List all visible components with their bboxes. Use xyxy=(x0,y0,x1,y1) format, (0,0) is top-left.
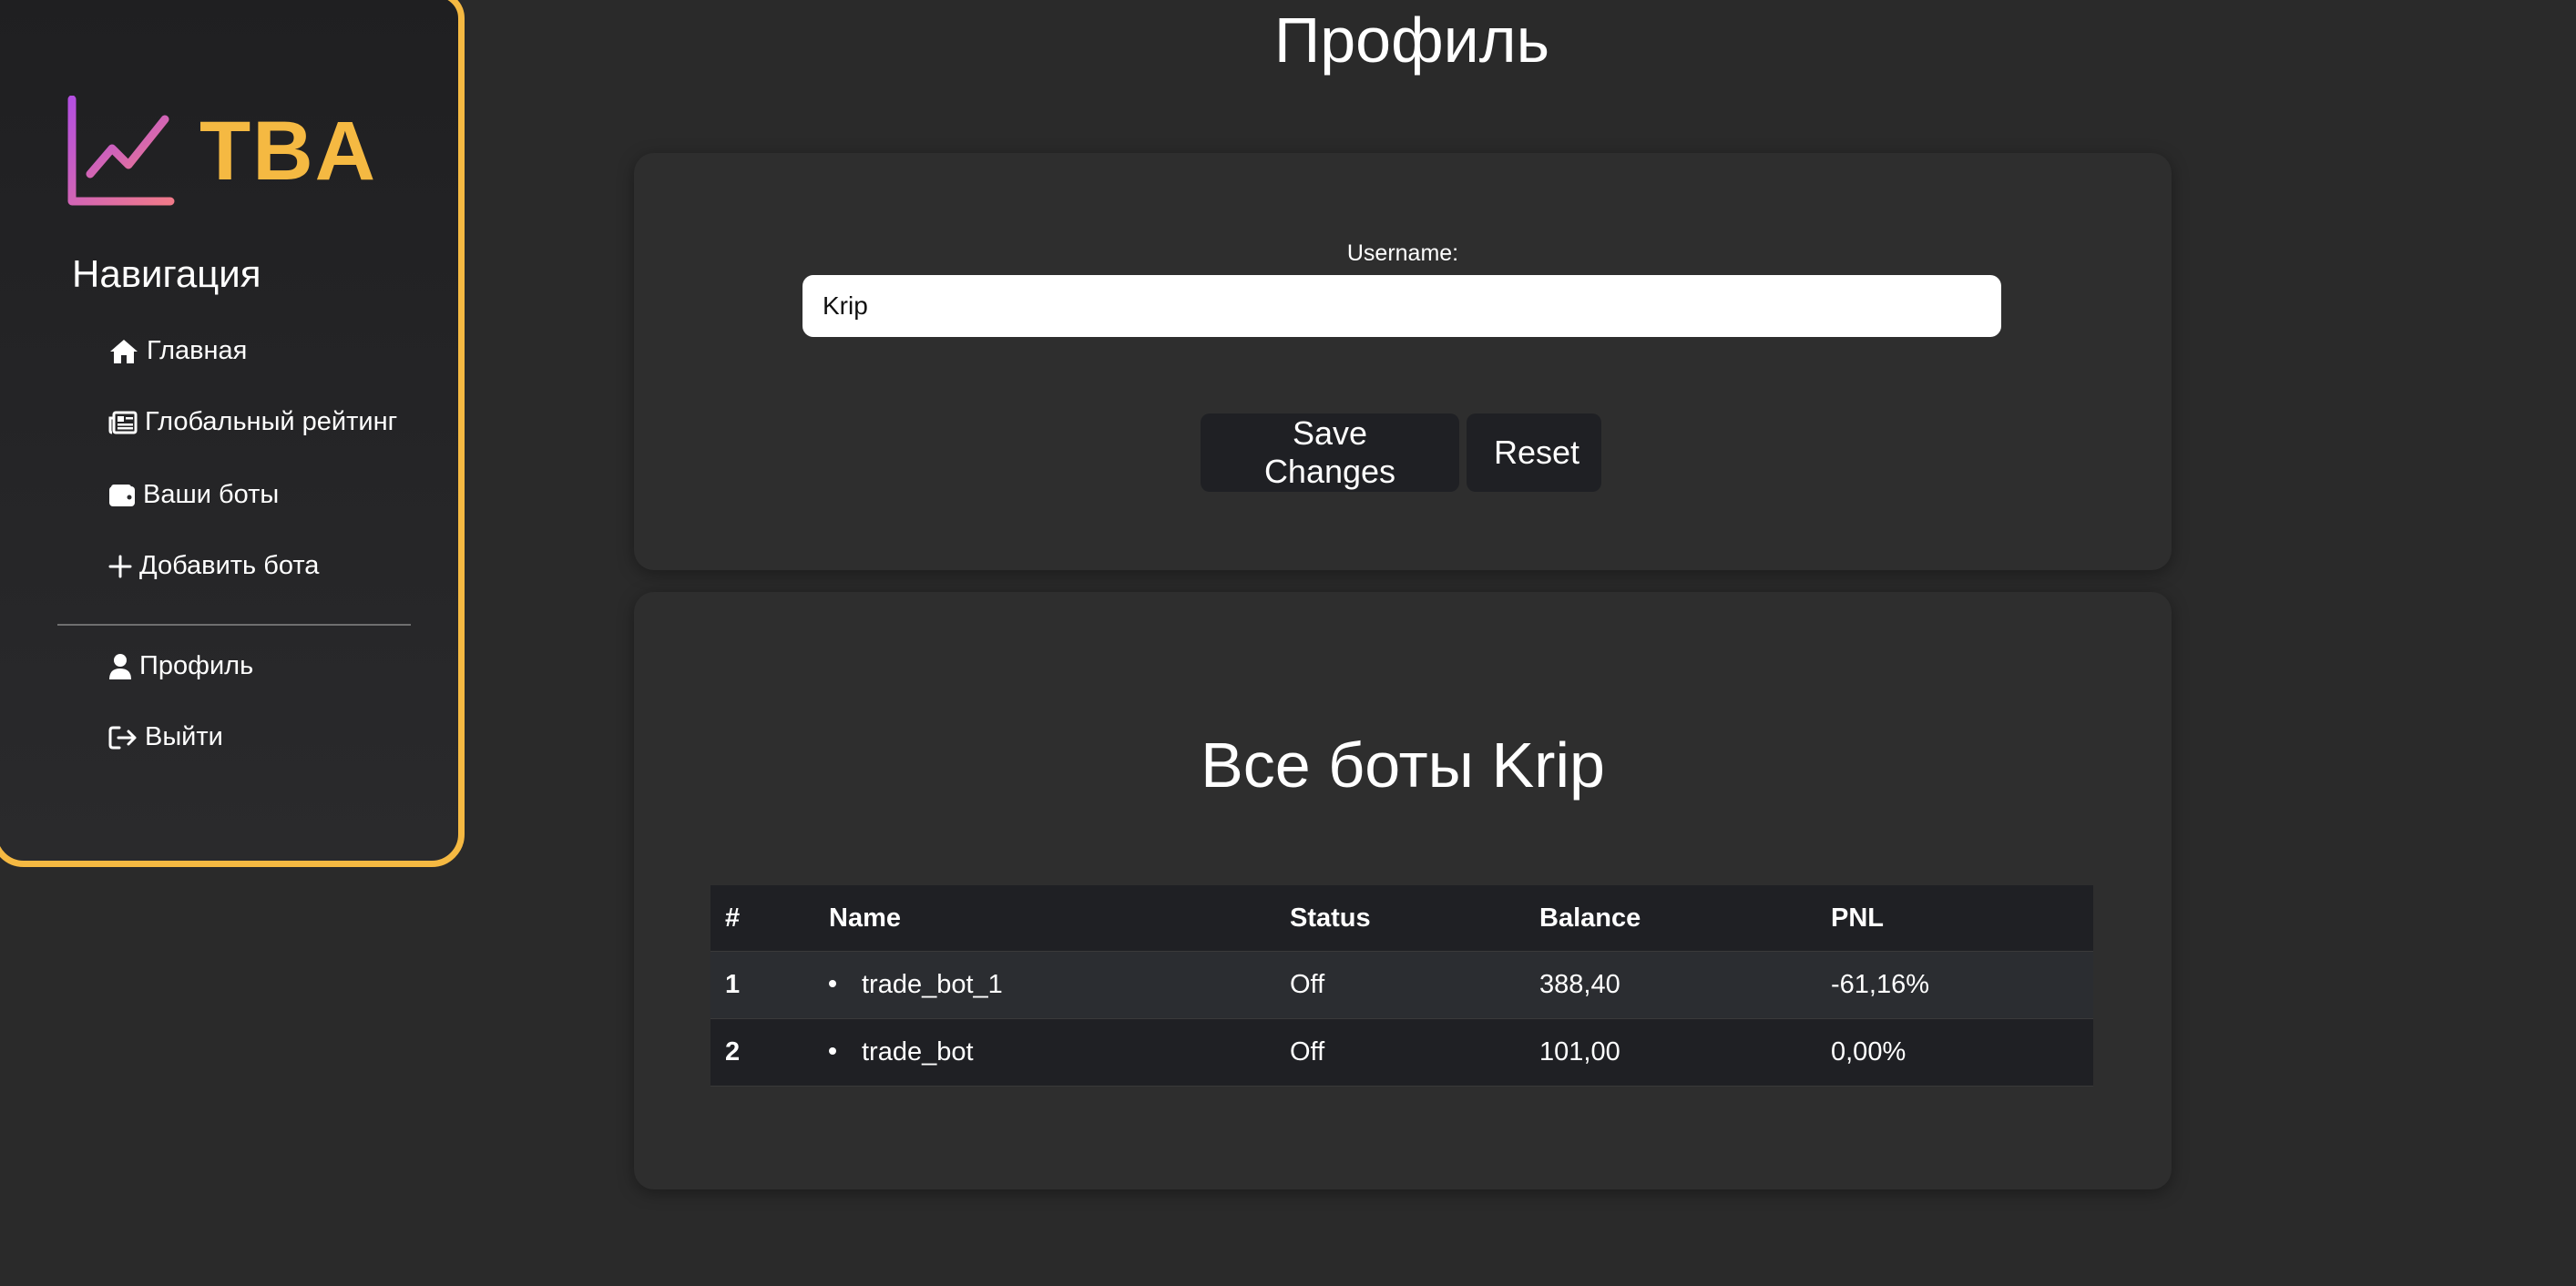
sidebar-item-home[interactable]: Главная xyxy=(108,336,247,366)
bot-balance: 388,40 xyxy=(1525,951,1816,1019)
table-row[interactable]: 2 trade_bot Off 101,00 0,00% xyxy=(710,1018,2093,1087)
page-title: Профиль xyxy=(1273,5,1550,76)
column-header-pnl: PNL xyxy=(1816,885,2093,952)
save-changes-button[interactable]: Save Changes xyxy=(1201,413,1459,492)
column-header-name: Name xyxy=(814,885,1275,952)
newspaper-icon xyxy=(108,411,138,434)
app-logo[interactable]: TBA xyxy=(66,96,377,207)
column-header-number: # xyxy=(710,885,814,952)
sidebar-item-logout[interactable]: Выйти xyxy=(108,722,223,752)
row-number: 2 xyxy=(710,1018,814,1087)
bot-name[interactable]: trade_bot_1 xyxy=(862,970,1003,999)
bot-status: Off xyxy=(1275,1018,1525,1087)
username-label: Username: xyxy=(1346,240,1459,266)
bullet-icon xyxy=(829,1046,836,1055)
bullet-icon xyxy=(829,979,836,987)
nav-divider xyxy=(57,624,411,626)
wallet-icon xyxy=(109,484,135,506)
bots-section-title: Все боты Krip xyxy=(1201,730,1605,801)
bots-table: # Name Status Balance PNL 1 trade_bot_1 … xyxy=(710,885,2093,1087)
row-number: 1 xyxy=(710,951,814,1019)
sidebar-item-add-bot[interactable]: Добавить бота xyxy=(108,551,319,581)
user-icon xyxy=(109,653,131,679)
nav-title: Навигация xyxy=(72,252,261,295)
sidebar-item-profile[interactable]: Профиль xyxy=(108,651,253,681)
bot-pnl: -61,16% xyxy=(1816,951,2093,1019)
bot-pnl: 0,00% xyxy=(1816,1018,2093,1087)
logo-text: TBA xyxy=(199,105,378,198)
home-icon xyxy=(110,339,138,363)
bot-balance: 101,00 xyxy=(1525,1018,1816,1087)
chart-logo-icon xyxy=(67,96,175,206)
bot-name[interactable]: trade_bot xyxy=(862,1037,974,1067)
table-row[interactable]: 1 trade_bot_1 Off 388,40 -61,16% xyxy=(710,951,2093,1019)
sidebar-item-global-rating[interactable]: Глобальный рейтинг xyxy=(108,407,397,437)
column-header-status: Status xyxy=(1275,885,1525,952)
bot-name-cell[interactable]: trade_bot xyxy=(814,1018,1275,1087)
sidebar: TBA Навигация Главная Глобальный рейтинг… xyxy=(0,0,465,867)
profile-form-card: Username: Save Changes Reset xyxy=(634,153,2172,570)
sidebar-item-your-bots[interactable]: Ваши боты xyxy=(108,480,279,510)
table-header-row: # Name Status Balance PNL xyxy=(710,885,2093,952)
sidebar-item-label: Профиль xyxy=(139,651,254,680)
username-input[interactable] xyxy=(802,275,2001,337)
column-header-balance: Balance xyxy=(1525,885,1816,952)
bot-status: Off xyxy=(1275,951,1525,1019)
logout-icon xyxy=(108,726,137,749)
sidebar-item-label: Добавить бота xyxy=(139,551,320,580)
bot-name-cell[interactable]: trade_bot_1 xyxy=(814,951,1275,1019)
plus-icon xyxy=(108,555,132,577)
sidebar-item-label: Глобальный рейтинг xyxy=(145,407,398,436)
sidebar-item-label: Выйти xyxy=(145,722,223,751)
reset-button[interactable]: Reset xyxy=(1467,413,1601,492)
sidebar-item-label: Ваши боты xyxy=(143,480,280,509)
bots-card: Все боты Krip # Name Status Balance PNL … xyxy=(634,592,2172,1189)
sidebar-item-label: Главная xyxy=(147,336,248,365)
